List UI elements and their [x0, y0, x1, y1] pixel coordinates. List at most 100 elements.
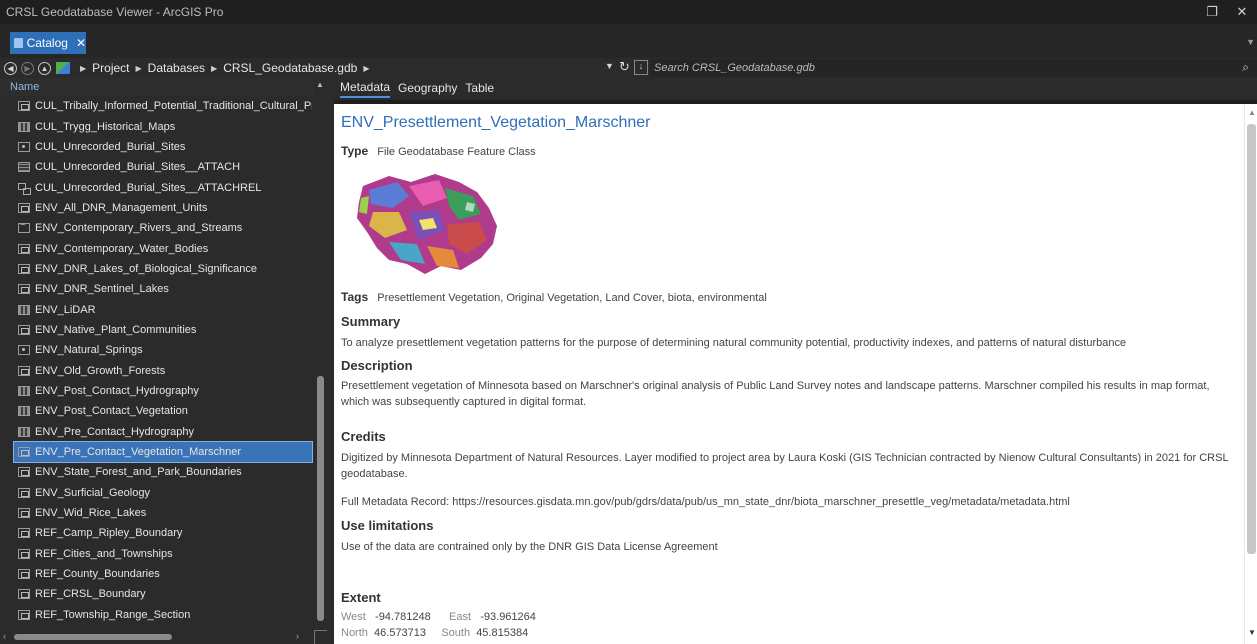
tab-geography[interactable]: Geography: [398, 81, 457, 97]
search-placeholder: Search CRSL_Geodatabase.gdb: [654, 62, 815, 74]
summary-text: To analyze presettlement vegetation patt…: [341, 337, 1127, 349]
extent-row-north-south: North 46.573713 South 45.815384: [341, 627, 528, 639]
tree-item[interactable]: ENV_Old_Growth_Forests: [14, 360, 312, 380]
tags-row: Tags Presettlement Vegetation, Original …: [341, 290, 767, 304]
tree-item-label: REF_Township_Range_Section: [35, 608, 191, 621]
tree-item-label: ENV_State_Forest_and_Park_Boundaries: [35, 466, 242, 479]
view-tabs: Metadata Geography Table: [334, 78, 1257, 100]
extent-heading: Extent: [341, 590, 381, 605]
tree-item[interactable]: REF_Camp_Ripley_Boundary: [14, 523, 312, 543]
poly-feature-class-icon: [18, 589, 30, 600]
search-input[interactable]: Search CRSL_Geodatabase.gdb ⌕: [650, 59, 1257, 77]
tree-item[interactable]: REF_CRSL_Boundary: [14, 584, 312, 604]
tree-item[interactable]: REF_Cities_and_Townships: [14, 544, 312, 564]
tree-item[interactable]: ENV_DNR_Lakes_of_Biological_Significance: [14, 259, 312, 279]
tree-item-label: ENV_LiDAR: [35, 303, 96, 316]
tree-item[interactable]: REF_County_Boundaries: [14, 564, 312, 584]
tree-item-label: REF_CRSL_Boundary: [35, 588, 146, 601]
tree-item[interactable]: CUL_Unrecorded_Burial_Sites__ATTACHREL: [14, 177, 312, 197]
tree-item-label: REF_Camp_Ripley_Boundary: [35, 527, 183, 540]
metadata-vertical-scrollbar[interactable]: ▲ ▼: [1244, 104, 1257, 644]
forward-icon[interactable]: ▶: [21, 61, 34, 75]
north-value: 46.573713: [374, 627, 427, 639]
tree-item[interactable]: ENV_Natural_Springs: [14, 340, 312, 360]
tree-item[interactable]: ENV_Pre_Contact_Hydrography: [14, 422, 312, 442]
tree-item[interactable]: ENV_Native_Plant_Communities: [14, 320, 312, 340]
tree-item-label: ENV_Contemporary_Water_Bodies: [35, 242, 209, 255]
point-feature-class-icon: [18, 141, 30, 152]
window-title: CRSL Geodatabase Viewer - ArcGIS Pro: [6, 5, 224, 19]
tree-item-label: ENV_Contemporary_Rivers_and_Streams: [35, 222, 243, 235]
tree-item-label: CUL_Unrecorded_Burial_Sites__ATTACH: [35, 161, 241, 174]
poly-feature-class-icon: [18, 243, 30, 254]
geodatabase-icon: [56, 62, 70, 74]
tree-item[interactable]: ENV_Pre_Contact_Vegetation_Marschner: [13, 440, 313, 464]
tree-item[interactable]: ENV_Contemporary_Water_Bodies: [14, 238, 312, 258]
tree-item[interactable]: ENV_DNR_Sentinel_Lakes: [14, 279, 312, 299]
tree-item[interactable]: ENV_Post_Contact_Vegetation: [14, 401, 312, 421]
scroll-left-icon[interactable]: ‹: [3, 631, 6, 641]
poly-feature-class-icon: [18, 548, 30, 559]
tree-item[interactable]: ENV_All_DNR_Management_Units: [14, 198, 312, 218]
tab-close-icon[interactable]: ✕: [76, 36, 86, 50]
point-feature-class-icon: [18, 345, 30, 356]
tree-item[interactable]: ENV_Wid_Rice_Lakes: [14, 503, 312, 523]
north-label: North: [341, 627, 368, 639]
poly-feature-class-icon: [18, 263, 30, 274]
raster-feature-class-icon: [18, 385, 30, 396]
scroll-down-icon[interactable]: ▼: [1248, 628, 1256, 637]
tree-vertical-scrollbar[interactable]: ▲: [314, 80, 327, 626]
tree-item[interactable]: ENV_Surficial_Geology: [14, 483, 312, 503]
tree-item[interactable]: REF_Township_Range_Section: [14, 605, 312, 625]
tree-item[interactable]: ENV_Post_Contact_Hydrography: [14, 381, 312, 401]
tab-metadata[interactable]: Metadata: [340, 80, 391, 98]
refresh-icon[interactable]: ↻: [619, 59, 630, 75]
tab-table[interactable]: Table: [465, 81, 494, 97]
tab-overflow-chevron-icon[interactable]: ▼: [1246, 37, 1255, 47]
restore-icon[interactable]: ❐: [1197, 0, 1227, 24]
close-icon[interactable]: ✕: [1227, 0, 1257, 24]
tree-item[interactable]: ENV_Contemporary_Rivers_and_Streams: [14, 218, 312, 238]
tree-horizontal-scrollbar[interactable]: ‹ ›: [0, 630, 314, 644]
description-text: Presettlement vegetation of Minnesota ba…: [341, 380, 1210, 408]
tree-item-label: REF_County_Boundaries: [35, 568, 160, 581]
credits-text: Digitized by Minnesota Department of Nat…: [341, 452, 1229, 480]
tab-catalog-label: Catalog: [26, 36, 68, 50]
scroll-up-icon[interactable]: ▲: [1248, 108, 1256, 117]
full-metadata-record[interactable]: Full Metadata Record: https://resources.…: [341, 494, 1231, 510]
poly-feature-class-icon: [18, 202, 30, 213]
south-label: South: [441, 627, 471, 639]
poly-feature-class-icon: [18, 508, 30, 519]
metadata-scroll-thumb[interactable]: [1247, 124, 1256, 554]
scroll-right-icon[interactable]: ›: [296, 631, 299, 641]
breadcrumb-project[interactable]: Project: [92, 61, 129, 75]
poly-feature-class-icon: [18, 101, 30, 112]
poly-feature-class-icon: [18, 487, 30, 498]
table-feature-class-icon: [18, 162, 30, 173]
tree-hscroll-thumb[interactable]: [14, 634, 172, 640]
tab-catalog[interactable]: Catalog ✕: [10, 32, 86, 54]
tree-item-label: ENV_Native_Plant_Communities: [35, 323, 197, 336]
type-value: File Geodatabase Feature Class: [377, 146, 536, 158]
up-icon[interactable]: ▲: [38, 61, 51, 75]
name-column-header[interactable]: Name: [0, 78, 314, 96]
poly-feature-class-icon: [18, 528, 30, 539]
use-limitations-heading: Use limitations: [341, 518, 434, 533]
tree-item[interactable]: CUL_Tribally_Informed_Potential_Traditio…: [14, 96, 312, 116]
breadcrumb-geodatabase[interactable]: CRSL_Geodatabase.gdb: [223, 61, 357, 75]
history-dropdown-icon[interactable]: ▼: [605, 61, 614, 71]
tree-item[interactable]: CUL_Unrecorded_Burial_Sites__ATTACH: [14, 157, 312, 177]
tree-scroll-thumb[interactable]: [317, 376, 324, 621]
poly-feature-class-icon: [18, 365, 30, 376]
summary-heading: Summary: [341, 314, 401, 329]
sort-icon[interactable]: ↓: [634, 60, 648, 75]
tree-item[interactable]: ENV_State_Forest_and_Park_Boundaries: [14, 462, 312, 482]
search-icon[interactable]: ⌕: [1242, 60, 1249, 75]
back-icon[interactable]: ◀: [4, 61, 17, 75]
tree-item[interactable]: ENV_LiDAR: [14, 299, 312, 319]
tree-item[interactable]: CUL_Trygg_Historical_Maps: [14, 116, 312, 136]
scroll-up-icon[interactable]: ▲: [316, 80, 324, 89]
poly-feature-class-icon: [18, 324, 30, 335]
breadcrumb-databases[interactable]: Databases: [148, 61, 205, 75]
tree-item[interactable]: CUL_Unrecorded_Burial_Sites: [14, 137, 312, 157]
